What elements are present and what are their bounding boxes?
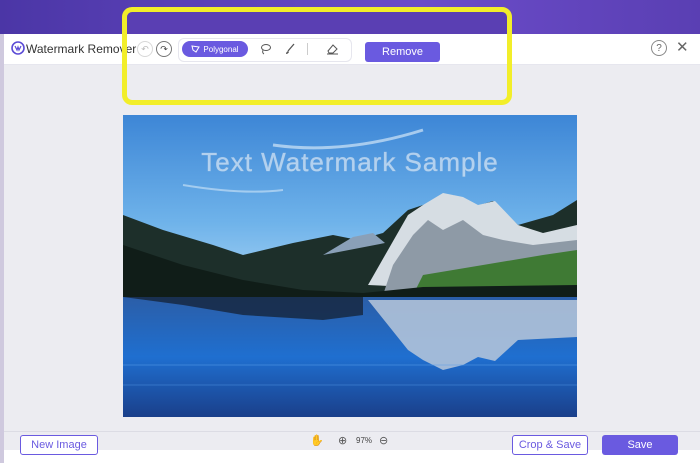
hand-icon[interactable]: ✋	[310, 434, 324, 447]
save-button[interactable]: Save	[602, 435, 678, 455]
footer: New Image Crop & Save Save	[4, 435, 700, 463]
image-canvas[interactable]: Text Watermark Sample	[4, 65, 700, 431]
new-image-button[interactable]: New Image	[20, 435, 98, 455]
zoom-bar: ✋ ⊕ 97% ⊖	[4, 431, 700, 450]
watermark-text: Text Watermark Sample	[201, 147, 498, 177]
annotation-highlight-box	[122, 7, 512, 105]
zoom-in-icon[interactable]: ⊕	[338, 434, 347, 447]
app-title: Watermark Remover	[26, 42, 137, 56]
crop-save-button[interactable]: Crop & Save	[512, 435, 588, 455]
preview-image[interactable]: Text Watermark Sample	[123, 115, 577, 417]
help-icon[interactable]: ?	[651, 40, 667, 56]
close-icon[interactable]: ✕	[676, 38, 689, 56]
app-logo-icon	[11, 41, 25, 55]
zoom-level: 97%	[356, 436, 373, 445]
zoom-out-icon[interactable]: ⊖	[379, 434, 388, 447]
